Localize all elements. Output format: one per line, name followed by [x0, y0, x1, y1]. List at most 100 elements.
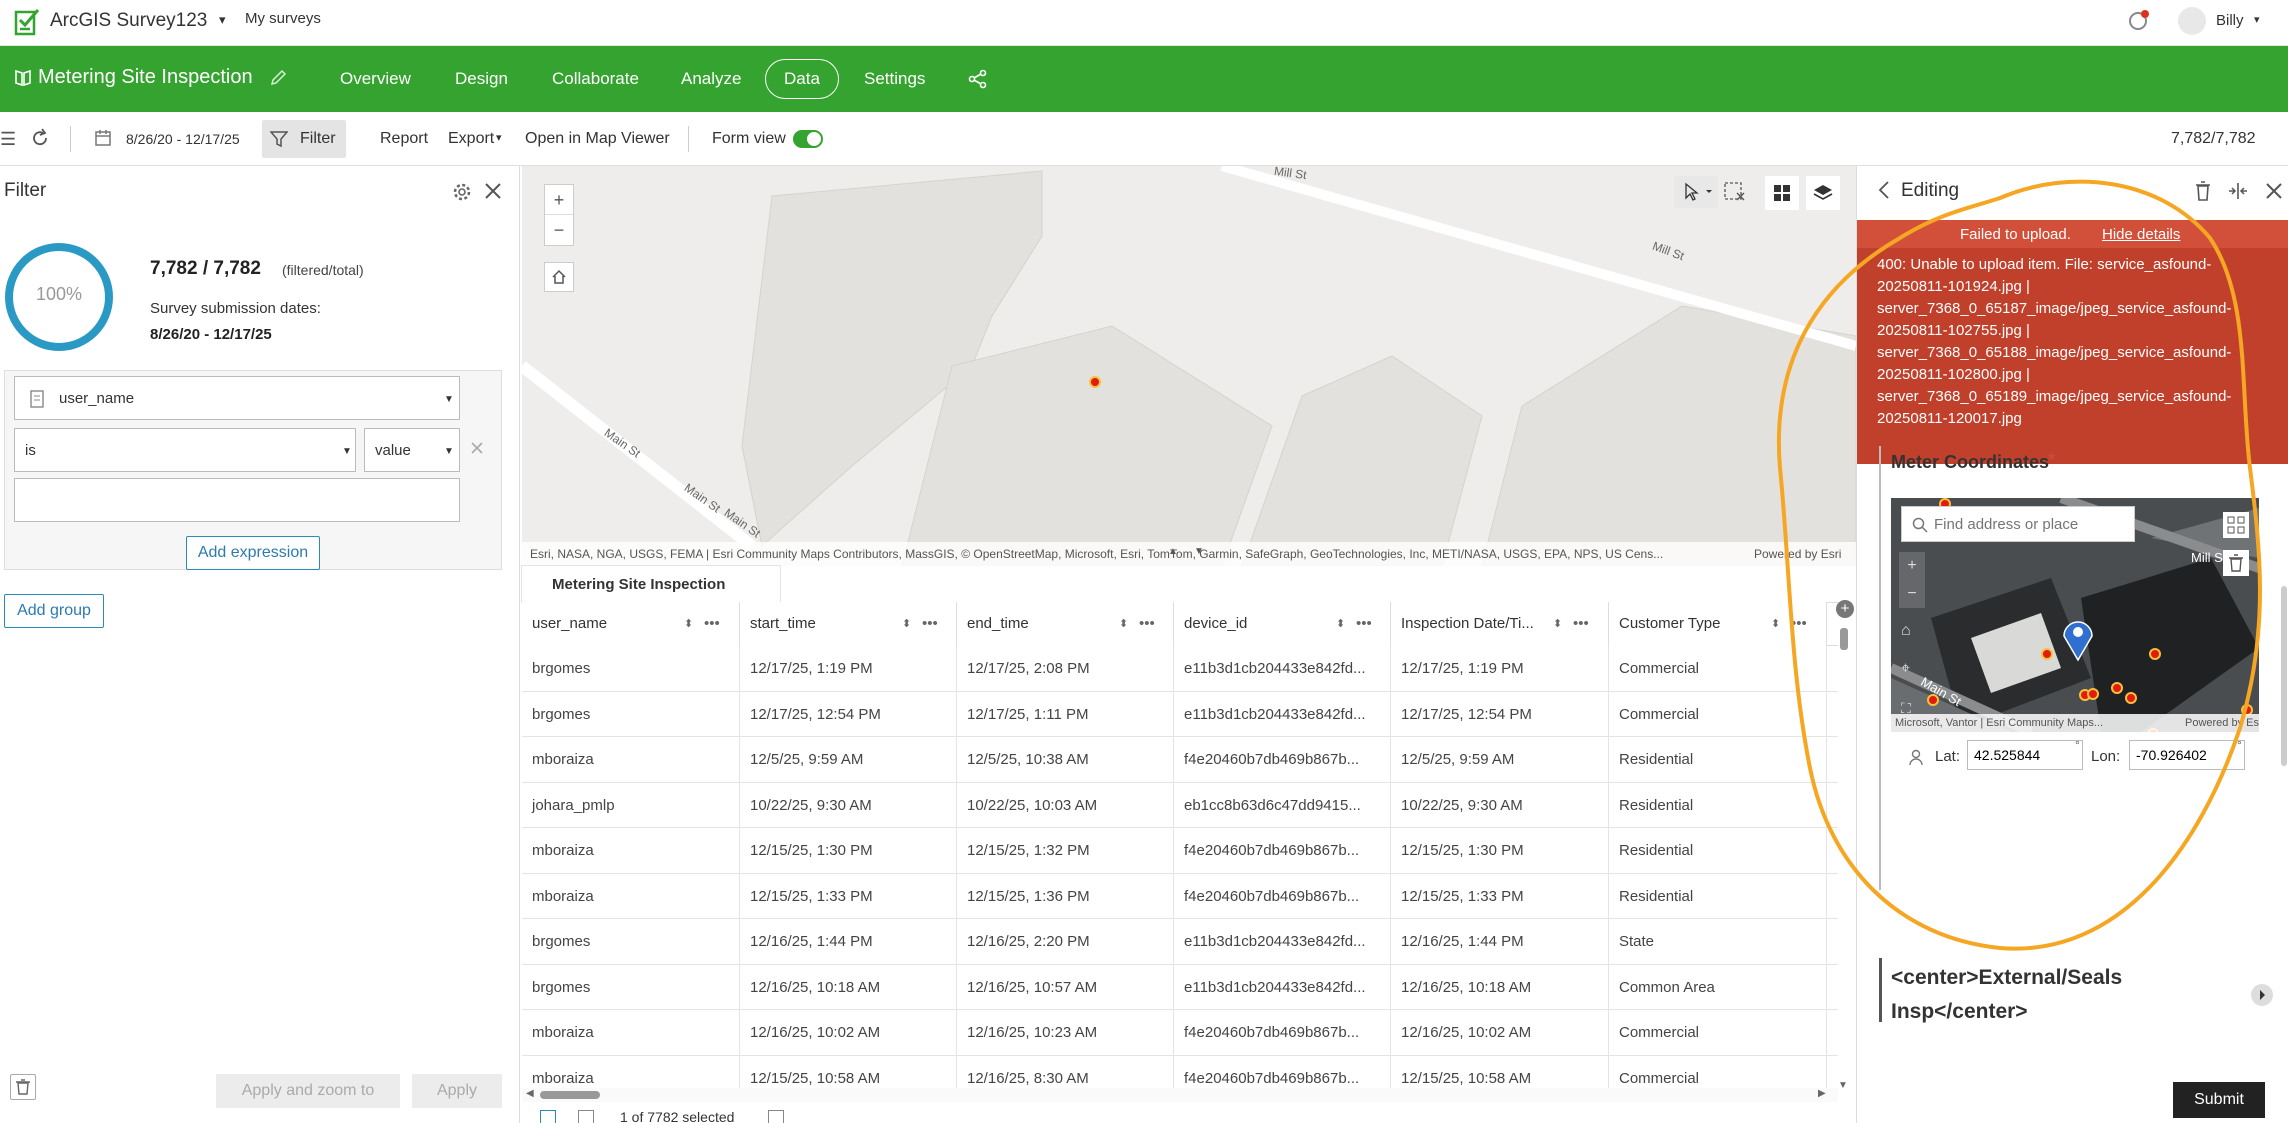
layers-icon[interactable] [1806, 176, 1840, 210]
table-row[interactable]: mboraiza 12/5/25, 9:59 AM 12/5/25, 10:38… [522, 737, 1838, 783]
add-column-icon[interactable]: + [1836, 600, 1854, 618]
table-row[interactable]: mboraiza 12/15/25, 1:33 PM 12/15/25, 1:3… [522, 873, 1838, 919]
table-row[interactable]: brgomes 12/17/25, 12:54 PM 12/17/25, 1:1… [522, 691, 1838, 737]
expand-section-chevron-icon[interactable] [2251, 984, 2273, 1006]
longitude-input[interactable] [2129, 740, 2245, 770]
vertical-scrollbar-thumb[interactable] [1840, 628, 1848, 650]
column-more-icon[interactable]: ••• [1573, 602, 1589, 646]
add-group-button[interactable]: Add group [4, 594, 104, 628]
filter-button-label[interactable]: Filter [300, 112, 336, 166]
mini-map-expand-icon[interactable] [2223, 512, 2249, 538]
form-view-toggle[interactable] [793, 130, 823, 148]
avatar[interactable] [2178, 7, 2206, 35]
vertical-scrollbar[interactable]: ▼ [1838, 622, 1848, 1092]
sort-icon[interactable]: ⬍ [1336, 602, 1345, 646]
table-row[interactable]: brgomes 12/17/25, 1:19 PM 12/17/25, 2:08… [522, 646, 1838, 692]
open-in-map-viewer-button[interactable]: Open in Map Viewer [525, 112, 670, 166]
tab-analyze[interactable]: Analyze [681, 46, 741, 112]
expand-map-down-icon[interactable]: ▼ [1194, 546, 1204, 557]
home-icon[interactable] [544, 262, 574, 292]
field-select[interactable]: user_name [14, 376, 460, 420]
tab-data[interactable]: Data [765, 59, 839, 99]
remove-expression-icon[interactable] [470, 441, 484, 455]
collapse-map-up-icon[interactable]: ▲ [1168, 546, 1178, 557]
location-pin-icon[interactable] [2061, 616, 2095, 662]
column-more-icon[interactable]: ••• [1791, 602, 1807, 646]
clear-selection-icon[interactable] [1722, 178, 1748, 204]
geopoint-person-icon[interactable] [1907, 748, 1925, 766]
field-select-caret-icon[interactable]: ▼ [444, 394, 454, 405]
show-selected-records-icon[interactable] [578, 1110, 594, 1123]
sort-icon[interactable]: ⬍ [1771, 602, 1780, 646]
mini-map-point[interactable] [2111, 682, 2123, 694]
app-switcher-caret-icon[interactable]: ▾ [219, 12, 226, 28]
user-menu-caret-icon[interactable]: ▾ [2254, 13, 2260, 26]
clear-filter-trash-icon[interactable] [10, 1074, 36, 1100]
filter-settings-gear-icon[interactable] [452, 182, 472, 202]
tab-collaborate[interactable]: Collaborate [552, 46, 639, 112]
sort-icon[interactable]: ⬍ [1553, 602, 1562, 646]
calendar-icon[interactable] [94, 129, 112, 147]
column-header[interactable]: Customer Type ⬍ ••• [1609, 602, 1827, 646]
report-button[interactable]: Report [380, 112, 428, 166]
table-row[interactable]: johara_pmlp 10/22/25, 9:30 AM 10/22/25, … [522, 782, 1838, 828]
column-more-icon[interactable]: ••• [1139, 602, 1155, 646]
map-powered-by[interactable]: Powered by Esri [1754, 542, 1841, 566]
export-button[interactable]: Export [448, 112, 494, 166]
date-range-button[interactable]: 8/26/20 - 12/17/25 [126, 112, 240, 166]
notifications-icon[interactable] [2128, 9, 2150, 31]
column-header[interactable]: start_time ⬍ ••• [740, 602, 957, 646]
show-all-records-icon[interactable] [540, 1110, 556, 1123]
column-header[interactable]: end_time ⬍ ••• [957, 602, 1174, 646]
horizontal-scrollbar-thumb[interactable] [540, 1091, 600, 1099]
mini-map-point[interactable] [2087, 688, 2099, 700]
mini-home-icon[interactable]: ⌂ [1901, 622, 1911, 640]
refresh-icon[interactable] [30, 128, 50, 148]
latitude-input[interactable] [1967, 740, 2083, 770]
panel-scrollbar[interactable] [2281, 446, 2288, 916]
operator-caret-icon[interactable]: ▼ [342, 446, 352, 457]
app-name[interactable]: ArcGIS Survey123 [50, 10, 207, 32]
scroll-down-arrow-icon[interactable]: ▼ [1838, 1080, 1848, 1091]
mini-map-trash-icon[interactable] [2223, 550, 2249, 576]
sort-icon[interactable]: ⬍ [684, 602, 693, 646]
mini-map-point[interactable] [2149, 648, 2161, 660]
find-address-input[interactable] [1934, 513, 2130, 535]
operator-select[interactable]: is [14, 428, 356, 472]
submit-button[interactable]: Submit [2173, 1082, 2265, 1118]
map-view[interactable]: Mill St Mill St Main St Main St Main St … [522, 166, 1856, 566]
close-editing-icon[interactable] [2265, 182, 2283, 200]
edit-title-pencil-icon[interactable] [269, 69, 287, 87]
delete-record-trash-icon[interactable] [2193, 180, 2213, 202]
panel-scrollbar-thumb[interactable] [2281, 586, 2287, 766]
select-tool-icon[interactable] [1674, 176, 1718, 208]
column-header[interactable]: user_name ⬍ ••• [522, 602, 740, 646]
mini-locate-icon[interactable]: ⌖ [1901, 660, 1910, 678]
geopoint-mini-map[interactable]: + − ⌂ ⌖ ⛶ Mill St Main St Microsoft, Van… [1891, 498, 2259, 732]
basemap-gallery-icon[interactable] [1765, 176, 1799, 210]
export-caret-icon[interactable]: ▾ [496, 131, 502, 144]
column-more-icon[interactable]: ••• [704, 602, 720, 646]
column-more-icon[interactable]: ••• [922, 602, 938, 646]
survey-point[interactable] [1089, 376, 1101, 388]
scroll-left-arrow-icon[interactable]: ◀ [526, 1088, 534, 1099]
table-row[interactable]: mboraiza 12/15/25, 1:30 PM 12/15/25, 1:3… [522, 828, 1838, 874]
menu-icon[interactable]: ☰ [0, 129, 16, 150]
zoom-in-button[interactable]: + [545, 185, 573, 215]
value-input[interactable] [14, 478, 460, 522]
tab-settings[interactable]: Settings [864, 46, 925, 112]
tab-design[interactable]: Design [455, 46, 508, 112]
table-row[interactable]: brgomes 12/16/25, 10:18 AM 12/16/25, 10:… [522, 964, 1838, 1010]
apply-and-zoom-button[interactable]: Apply and zoom to [216, 1074, 400, 1108]
add-expression-button[interactable]: Add expression [186, 536, 320, 570]
hide-details-link[interactable]: Hide details [2102, 226, 2180, 243]
my-surveys-link[interactable]: My surveys [245, 10, 321, 27]
mini-map-point[interactable] [2041, 648, 2053, 660]
filter-funnel-icon[interactable] [270, 130, 288, 148]
value-type-caret-icon[interactable]: ▼ [444, 446, 454, 457]
dock-panel-icon[interactable] [2227, 182, 2249, 200]
tab-overview[interactable]: Overview [340, 46, 411, 112]
scroll-right-arrow-icon[interactable]: ▶ [1818, 1088, 1826, 1099]
column-header[interactable]: device_id ⬍ ••• [1174, 602, 1391, 646]
sort-icon[interactable]: ⬍ [902, 602, 911, 646]
